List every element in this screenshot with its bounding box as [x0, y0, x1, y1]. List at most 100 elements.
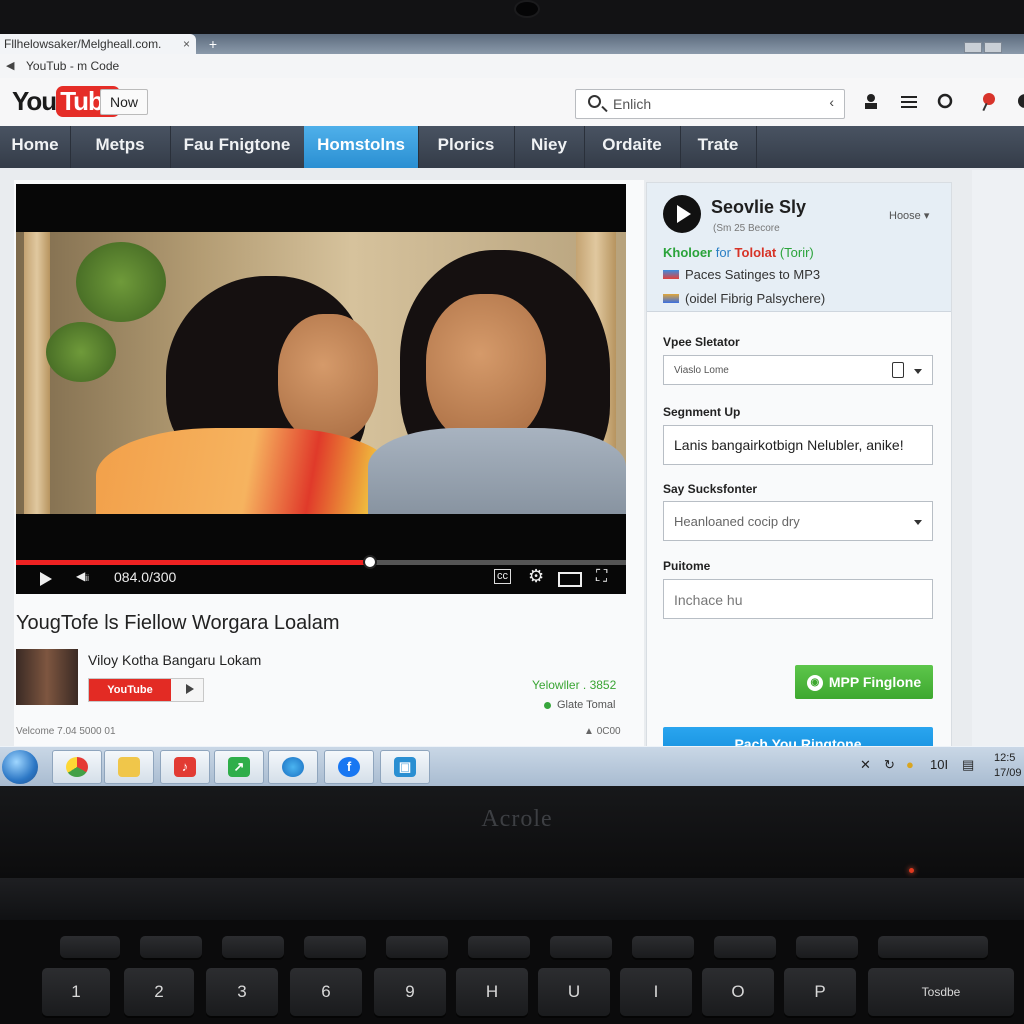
start-button[interactable] [2, 750, 38, 784]
nav-item-fau-fnigtone[interactable]: Fau Fnigtone [170, 126, 305, 168]
video-frame [16, 232, 626, 514]
key[interactable] [468, 936, 530, 958]
key-o[interactable]: O [702, 968, 774, 1016]
key-1[interactable]: 1 [42, 968, 110, 1016]
facebook-app[interactable]: f [324, 750, 374, 784]
channel-name[interactable]: Viloy Kotha Bangaru Lokam [88, 652, 261, 668]
status-dot-icon [544, 701, 551, 709]
smiley-icon[interactable]: ● [906, 757, 914, 772]
field2-label: Segnment Up [663, 405, 741, 419]
account-icon[interactable] [1012, 92, 1024, 114]
now-button[interactable]: Now [100, 89, 148, 115]
panel-home-dropdown[interactable]: Hoose ▾ [889, 209, 929, 222]
system-clock[interactable]: 12:5 17/09 [994, 751, 1022, 781]
nav-item-ordaite[interactable]: Ordaite [584, 126, 681, 168]
tools-icon[interactable]: ✕ [860, 757, 871, 773]
music-app[interactable]: ♪ [160, 750, 210, 784]
key-2[interactable]: 2 [124, 968, 194, 1016]
address-bar[interactable]: ◀ YouTub - m Code [0, 54, 1024, 79]
flag-icon [663, 270, 679, 279]
line1-red: Tololat [734, 245, 777, 260]
globe-app[interactable] [268, 750, 318, 784]
key[interactable] [796, 936, 858, 958]
nav-item-plorics[interactable]: Plorics [418, 126, 515, 168]
key[interactable] [222, 936, 284, 958]
key[interactable] [714, 936, 776, 958]
man-shirt [368, 428, 626, 514]
mp3-ringtone-button[interactable]: ◉ MPP Finglone [795, 665, 933, 699]
play-button[interactable] [40, 572, 52, 586]
user-upload-icon[interactable] [860, 92, 882, 114]
minimize-button[interactable] [964, 42, 982, 53]
chart-app[interactable]: ↗ [214, 750, 264, 784]
back-icon[interactable]: ◀ [6, 59, 14, 72]
progress-bar[interactable] [16, 555, 626, 569]
key-9[interactable]: 9 [374, 968, 446, 1016]
new-tab-button[interactable]: + [202, 34, 224, 54]
channel-avatar[interactable] [16, 649, 78, 705]
key[interactable] [550, 936, 612, 958]
key-i[interactable]: I [620, 968, 692, 1016]
address-text: YouTub - m Code [26, 59, 120, 73]
key-6[interactable]: 6 [290, 968, 362, 1016]
key[interactable] [632, 936, 694, 958]
key[interactable] [386, 936, 448, 958]
video-selector-dropdown[interactable]: Viaslo Lome [663, 355, 933, 385]
key-u[interactable]: U [538, 968, 610, 1016]
captions-icon[interactable]: cc [494, 569, 511, 584]
tab-close-icon[interactable]: × [183, 34, 190, 54]
nav-item-metps[interactable]: Metps [70, 126, 171, 168]
maximize-button[interactable] [984, 42, 1002, 53]
nav-item-trate[interactable]: Trate [680, 126, 757, 168]
play-circle-icon[interactable] [663, 195, 701, 233]
notifications-icon[interactable] [934, 92, 956, 114]
line1-paren: (Torir) [779, 245, 814, 260]
volume-icon[interactable]: ◀ᵢᵢ [76, 569, 89, 583]
key-h[interactable]: H [456, 968, 528, 1016]
panel-line-3[interactable]: (oidel Fibrig Palsychere) [663, 291, 825, 306]
fullscreen-icon[interactable]: ⛶ [596, 568, 607, 586]
theater-mode-icon[interactable] [558, 572, 582, 587]
keyboard: 1 2 3 6 9 H U I O P Tosdbe [0, 920, 1024, 1024]
segment-input[interactable]: Lanis bangairkotbign Nelubler, anike! [663, 425, 933, 465]
panel-home-label: Hoose [889, 210, 921, 222]
progress-knob[interactable] [362, 555, 377, 569]
line3-text: (oidel Fibrig Palsychere) [685, 291, 826, 306]
explorer-app[interactable] [104, 750, 154, 784]
chrome-app[interactable] [52, 750, 102, 784]
nav-item-homstolns[interactable]: Homstolns [304, 126, 419, 168]
ringtone-name-input[interactable]: Inchace hu [663, 579, 933, 619]
nav-item-home[interactable]: Home [0, 126, 71, 168]
music-icon: ♪ [174, 757, 196, 777]
pin-icon[interactable] [978, 92, 1000, 114]
menu-icon[interactable] [898, 92, 920, 114]
key-p[interactable]: P [784, 968, 856, 1016]
key-backspace[interactable]: Tosdbe [868, 968, 1014, 1016]
network-icon[interactable]: ▤ [962, 757, 974, 773]
search-input[interactable]: Enlich ‹ [575, 89, 845, 119]
folder-icon [118, 757, 140, 777]
sync-icon[interactable]: ↻ [884, 757, 895, 773]
settings-gear-icon[interactable]: ⚙ [528, 566, 544, 587]
nav-item-niey[interactable]: Niey [514, 126, 585, 168]
power-led [909, 868, 914, 873]
clock-time: 12:5 [994, 752, 1016, 764]
panel-line-2[interactable]: Paces Satinges to MP3 [663, 267, 820, 282]
store-app[interactable]: ▣ [380, 750, 430, 784]
time-display: 084.0/300 [114, 569, 177, 585]
key[interactable] [140, 936, 202, 958]
like-count-value: 0C00 [596, 726, 621, 737]
subscribe-button[interactable]: YouTube [88, 678, 204, 702]
key[interactable] [878, 936, 988, 958]
search-icon [588, 95, 601, 108]
chevron-left-icon[interactable]: ‹ [829, 94, 834, 110]
chrome-icon [66, 757, 88, 777]
browser-tab[interactable]: Fllhelowsaker/Melgheall.com. × [0, 34, 196, 54]
key-3[interactable]: 3 [206, 968, 278, 1016]
panel-line-1[interactable]: Kholoer for Tololat (Torir) [663, 245, 814, 260]
key[interactable] [60, 936, 120, 958]
main-nav: Home Metps Fau Fnigtone Homstolns Ploric… [0, 126, 1024, 168]
key[interactable] [304, 936, 366, 958]
format-dropdown[interactable]: Heanloaned cocip dry [663, 501, 933, 541]
video-player[interactable]: ◀ᵢᵢ 084.0/300 cc ⚙ ⛶ [16, 184, 626, 594]
